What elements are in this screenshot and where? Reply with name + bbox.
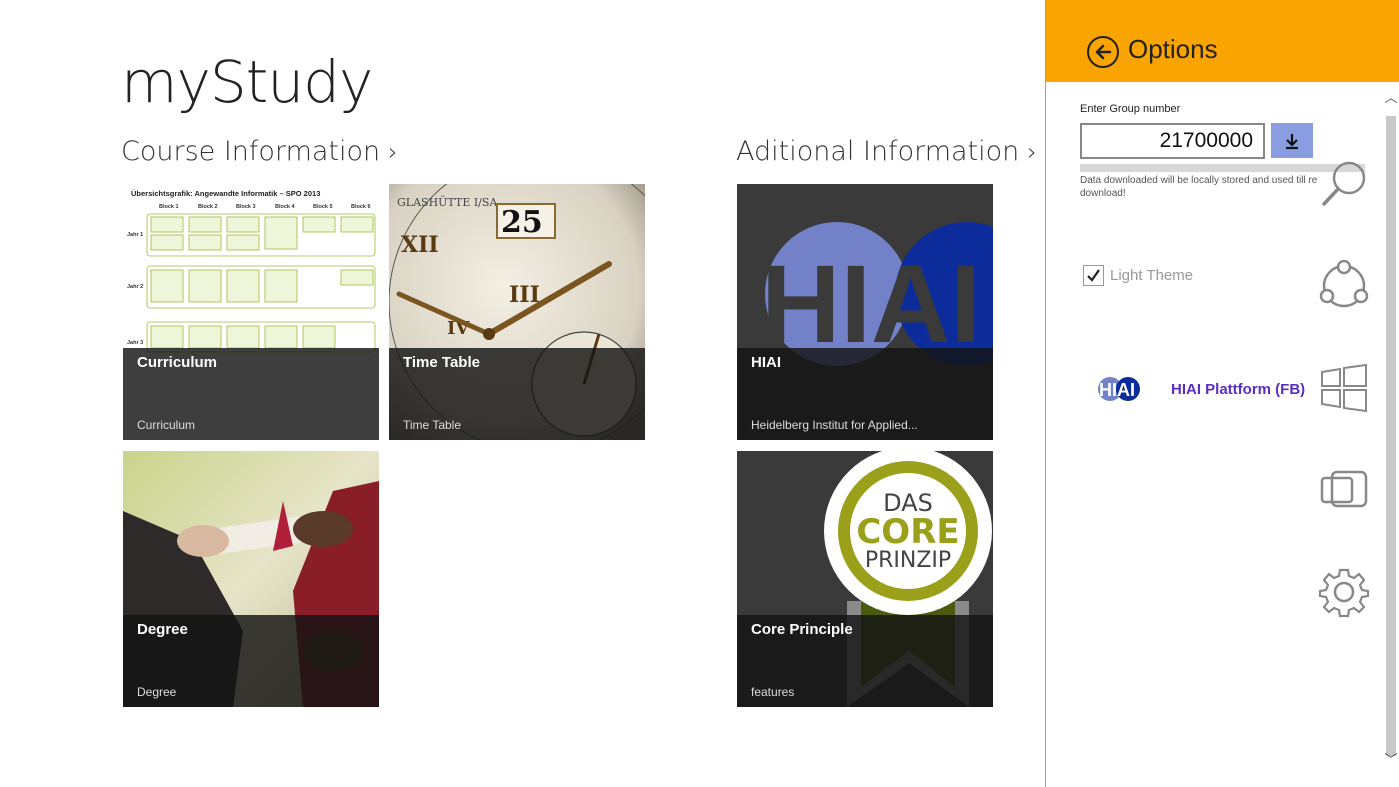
year-label: Jahr 2: [127, 284, 143, 290]
chevron-right-icon: ›: [388, 137, 398, 166]
options-scrollbar[interactable]: ︿ ﹀: [1383, 88, 1399, 787]
download-icon: [1286, 133, 1298, 149]
group-header-label: Course Information: [121, 136, 381, 167]
start-icon[interactable]: [1318, 362, 1370, 414]
block-label: Block 4: [275, 204, 296, 210]
block-label: Block 1: [159, 204, 179, 210]
block-label: Block 2: [198, 204, 218, 210]
tile-title: Time Table: [403, 354, 480, 371]
group-number-label: Enter Group number: [1080, 103, 1181, 115]
year-label: Jahr 1: [127, 232, 143, 238]
tile-curriculum[interactable]: Übersichtsgrafik: Angewandte Informatik …: [123, 184, 379, 440]
badge-line-3: PRINZIP: [865, 548, 951, 573]
tile-subtitle: features: [751, 685, 795, 699]
chevron-right-icon: ›: [1027, 137, 1037, 166]
hiai-platform-link[interactable]: HIAI Plattform (FB): [1171, 381, 1305, 398]
tile-subtitle: Time Table: [403, 418, 462, 432]
svg-text:XII: XII: [401, 232, 439, 258]
settings-icon[interactable]: [1318, 566, 1370, 618]
tile-time-table[interactable]: GLASHÜTTE I/SA 25 XII III IV Time Table …: [389, 184, 645, 440]
hiai-small-logo: HIAI: [1098, 377, 1140, 401]
tile-title: HIAI: [751, 354, 781, 371]
scroll-down-arrow-icon[interactable]: ﹀: [1384, 754, 1398, 768]
tile-title: Core Principle: [751, 621, 853, 638]
search-icon[interactable]: [1318, 158, 1370, 210]
tile-degree[interactable]: Degree Degree: [123, 451, 379, 707]
curriculum-heading: Übersichtsgrafik: Angewandte Informatik …: [131, 189, 320, 198]
app-title: myStudy: [121, 48, 373, 116]
group-header-label: Aditional Information: [736, 136, 1020, 167]
tile-core-principle[interactable]: DAS CORE PRINZIP Core Principle features: [737, 451, 993, 707]
hiai-small-logo-text: HIAI: [1099, 380, 1135, 400]
tile-subtitle: Heidelberg Institut for Applied...: [751, 418, 918, 432]
app-main: myStudy Course Information › Aditional I…: [0, 0, 1045, 787]
badge-line-2: CORE: [856, 512, 959, 552]
tile-hiai[interactable]: HIAI HIAI Heidelberg Institut for Applie…: [737, 184, 993, 440]
share-icon[interactable]: [1318, 260, 1370, 312]
block-label: Block 3: [236, 204, 256, 210]
devices-icon[interactable]: [1318, 464, 1370, 516]
options-title: Options: [1128, 34, 1218, 64]
tile-title: Degree: [137, 621, 188, 638]
block-label: Block 6: [351, 204, 371, 210]
year-label: Jahr 3: [127, 340, 143, 346]
group-header-additional-information[interactable]: Aditional Information ›: [736, 136, 1037, 167]
scroll-thumb[interactable]: [1386, 116, 1396, 756]
group-number-input[interactable]: [1080, 123, 1265, 159]
tile-subtitle: Degree: [137, 685, 177, 699]
checkmark-icon: [1087, 269, 1100, 282]
watch-date: 25: [501, 205, 543, 240]
group-header-course-information[interactable]: Course Information ›: [121, 136, 398, 167]
tile-subtitle: Curriculum: [137, 418, 196, 432]
download-button[interactable]: [1271, 123, 1313, 158]
light-theme-checkbox[interactable]: [1083, 265, 1104, 286]
watch-brand: GLASHÜTTE I/SA: [397, 195, 498, 209]
options-panel: Options Enter Group number Data download…: [1045, 0, 1399, 787]
download-note: Data downloaded will be locally stored a…: [1080, 175, 1318, 199]
back-arrow-icon[interactable]: [1087, 36, 1119, 68]
light-theme-label: Light Theme: [1110, 267, 1194, 284]
block-label: Block 5: [313, 204, 333, 210]
options-header: Options: [1046, 0, 1399, 82]
tile-title: Curriculum: [137, 354, 218, 371]
scroll-up-arrow-icon[interactable]: ︿: [1384, 92, 1398, 106]
